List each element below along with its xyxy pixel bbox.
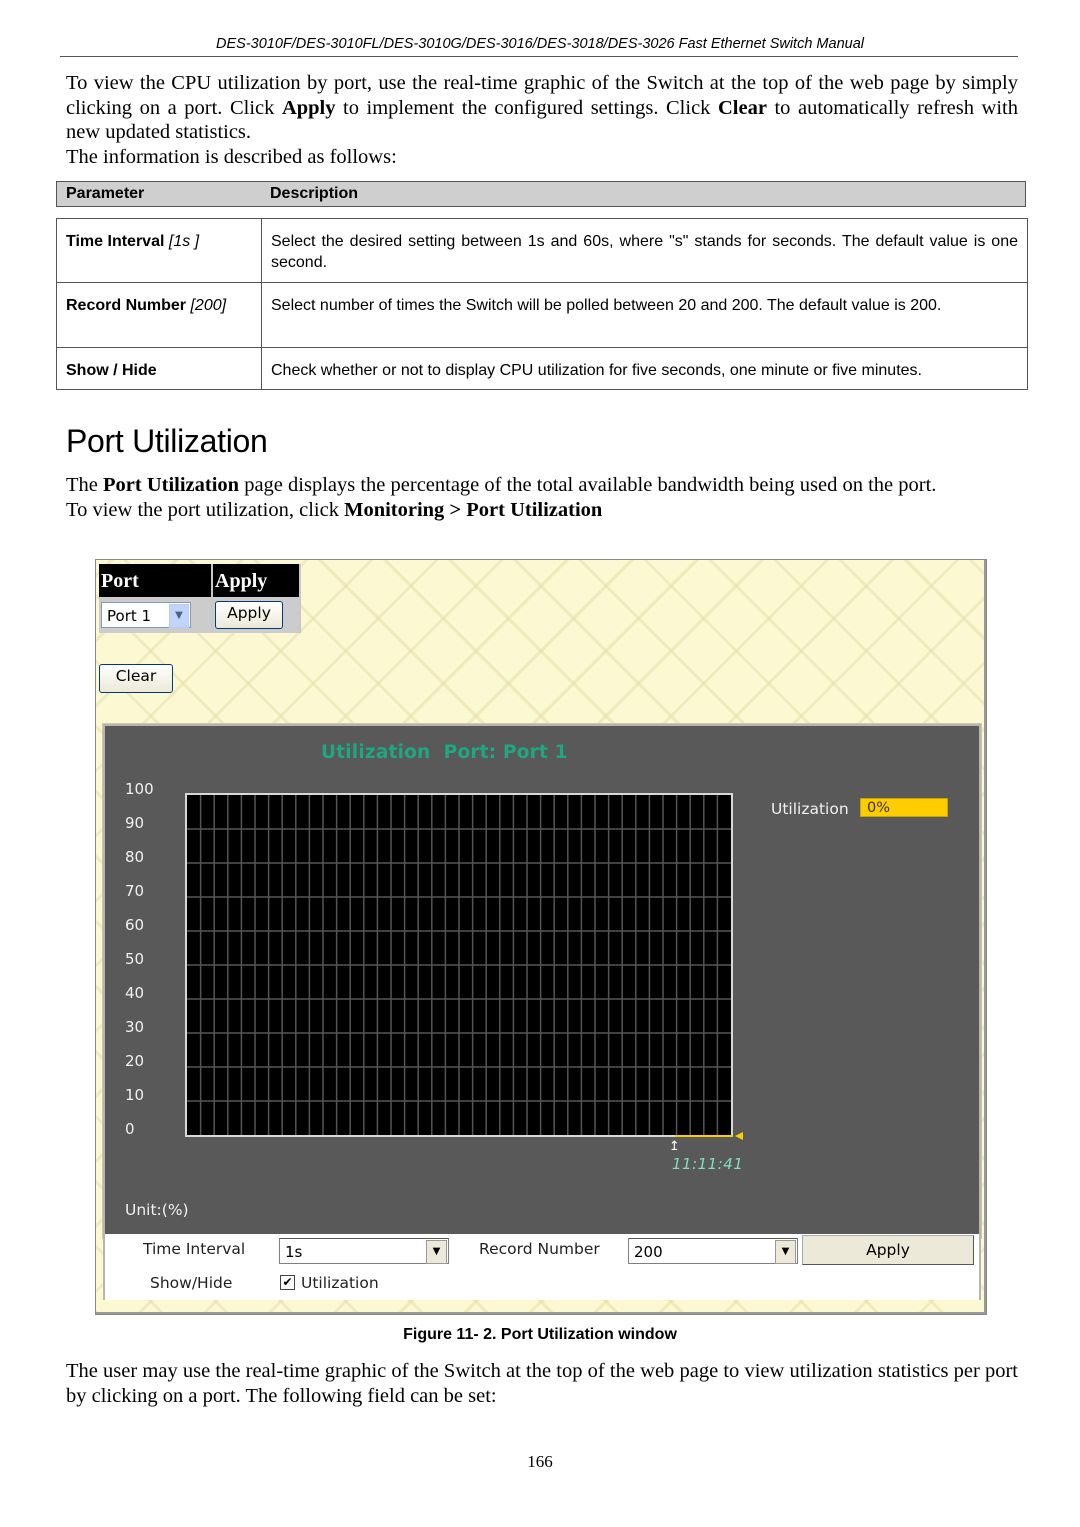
y-tick-label: 20	[125, 1052, 145, 1070]
page-number: 166	[527, 1452, 553, 1471]
table-row: Show / Hide Check whether or not to disp…	[56, 347, 1028, 390]
y-tick-label: 10	[125, 1086, 145, 1104]
header-rule	[60, 56, 1018, 57]
param-description: Select number of times the Switch will b…	[261, 282, 1028, 348]
dropdown-arrow-icon[interactable]: ▼	[775, 1240, 796, 1264]
apply-button[interactable]: Apply	[215, 601, 283, 629]
utilization-chart-panel: Utilization Port: Port 1 100 90 80 70 60 50 40…	[103, 724, 981, 1238]
y-tick-label: 60	[125, 916, 145, 934]
utilization-legend-label: Utilization	[771, 800, 849, 818]
intro-text: to implement the configured settings. Cl…	[335, 96, 718, 119]
port-utilization-window: Port Apply Port 1 ▼ Apply Clear Utilizat…	[95, 559, 987, 1315]
utilization-checkbox[interactable]: ✔	[280, 1275, 295, 1290]
y-tick-label: 30	[125, 1018, 145, 1036]
chart-title: Utilization Port: Port 1	[321, 742, 568, 763]
intro-clear-bold: Clear	[717, 96, 767, 119]
clear-button[interactable]: Clear	[99, 664, 173, 693]
y-tick-label: 100	[125, 780, 154, 798]
apply-settings-button[interactable]: Apply	[802, 1235, 974, 1265]
show-hide-label: Show/Hide	[150, 1274, 233, 1292]
param-description: Check whether or not to display CPU util…	[261, 347, 1028, 390]
time-interval-select[interactable]: 1s ▼	[279, 1238, 449, 1264]
utilization-checkbox-label[interactable]: Utilization	[301, 1274, 379, 1292]
port-select-table: Port Apply Port 1 ▼ Apply	[99, 564, 301, 633]
utilization-chart	[185, 793, 733, 1137]
chevron-down-icon[interactable]: ▼	[169, 604, 189, 628]
y-tick-label: 80	[125, 848, 145, 866]
section-paragraph: The Port Utilization page displays the p…	[66, 474, 937, 521]
record-number-label: Record Number	[479, 1240, 600, 1258]
page-header: DES-3010F/DES-3010FL/DES-3010G/DES-3016/…	[216, 36, 864, 52]
param-description: Select the desired setting between 1s an…	[261, 218, 1028, 283]
table-row: Time Interval [1s ] Select the desired s…	[56, 218, 1028, 283]
header-parameter: Parameter	[66, 185, 145, 202]
param-name: Record Number [200]	[56, 282, 262, 348]
monitoring-menu-ref: Monitoring	[344, 498, 445, 521]
apply-header: Apply	[212, 564, 301, 597]
intro-apply-bold: Apply	[281, 96, 336, 119]
checkmark-icon: ✔	[282, 1275, 293, 1289]
param-table-header: Parameter Description	[56, 181, 1026, 207]
param-name: Time Interval [1s ]	[56, 218, 262, 283]
unit-label: Unit:(%)	[125, 1201, 189, 1219]
header-description: Description	[270, 185, 359, 202]
intro-paragraph: To view the CPU utilization by port, use…	[66, 71, 1018, 145]
time-interval-label: Time Interval	[143, 1240, 246, 1258]
port-header: Port	[99, 564, 213, 597]
chart-controls: Time Interval 1s ▼ Record Number 200 ▼ A…	[103, 1234, 981, 1300]
port-utilization-menu-ref: Port Utilization	[466, 498, 603, 521]
y-tick-label: 50	[125, 950, 145, 968]
dropdown-arrow-icon[interactable]: ▼	[426, 1240, 447, 1264]
figure-caption: Figure 11- 2. Port Utilization window	[403, 1326, 677, 1343]
time-marker-icon: ↥	[669, 1139, 680, 1154]
y-tick-label: 90	[125, 814, 145, 832]
y-tick-label: 70	[125, 882, 145, 900]
utilization-value: 0%	[860, 798, 948, 817]
y-tick-label: 40	[125, 984, 145, 1002]
current-value-marker	[735, 1132, 743, 1140]
section-title: Port Utilization	[66, 423, 268, 459]
table-row: Record Number [200] Select number of tim…	[56, 282, 1028, 348]
intro-paragraph-2: The information is described as follows:	[66, 146, 397, 168]
record-number-select[interactable]: 200 ▼	[628, 1238, 798, 1264]
outro-paragraph: The user may use the real-time graphic o…	[66, 1360, 1018, 1407]
x-tick-label: 11:11:41	[672, 1155, 744, 1173]
param-table: Time Interval [1s ] Select the desired s…	[56, 218, 1028, 390]
port-select[interactable]: Port 1 ▼	[101, 602, 191, 628]
y-tick-label: 0	[125, 1120, 135, 1138]
param-name: Show / Hide	[56, 347, 262, 390]
